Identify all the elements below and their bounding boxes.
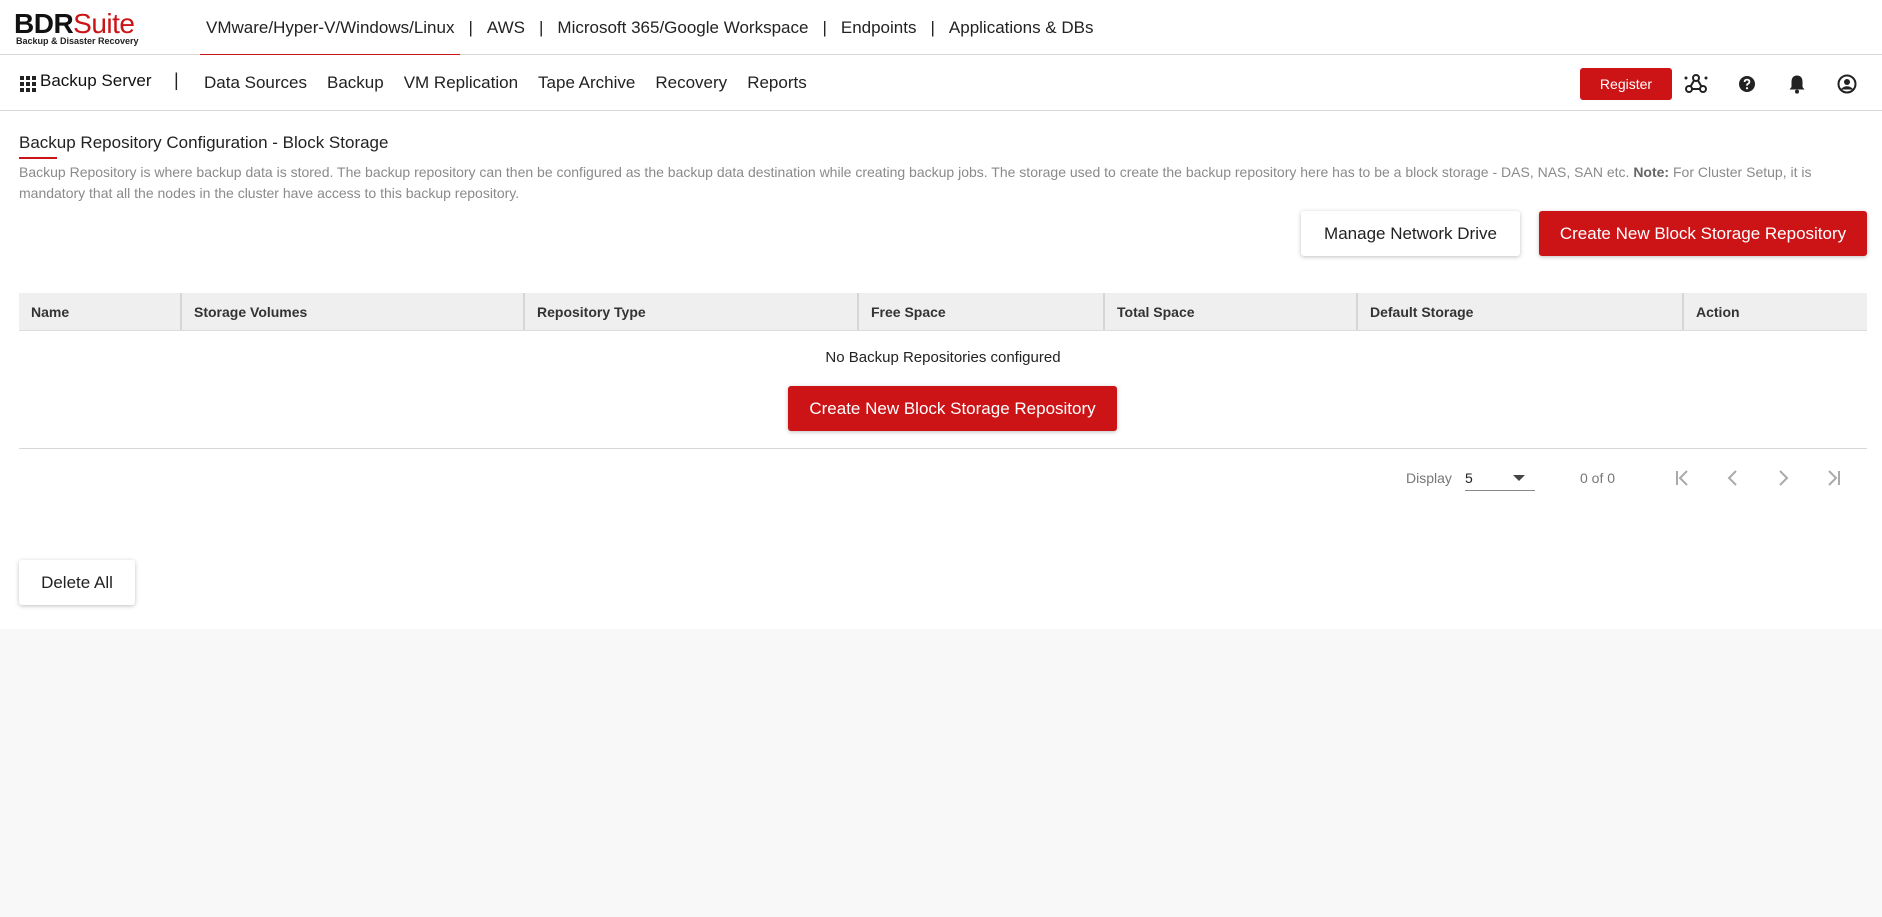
main-navbar: Backup Server | Data Sources Backup VM R…: [0, 55, 1882, 111]
nav-item-vm-replication[interactable]: VM Replication: [394, 73, 528, 93]
column-header-name[interactable]: Name: [19, 293, 182, 330]
bdrsuite-logo[interactable]: BDRSuite Backup & Disaster Recovery: [14, 8, 144, 48]
tab-separator: |: [468, 17, 473, 37]
column-header-default-storage[interactable]: Default Storage: [1358, 293, 1684, 330]
product-tab-aws[interactable]: AWS: [481, 0, 531, 55]
product-tab-m365-google[interactable]: Microsoft 365/Google Workspace: [551, 0, 814, 55]
product-tab-applications-dbs[interactable]: Applications & DBs: [943, 0, 1100, 55]
empty-state-message: No Backup Repositories configured: [825, 349, 1061, 366]
chevron-down-icon: [1513, 475, 1525, 481]
title-underline: [19, 157, 57, 159]
column-header-free-space[interactable]: Free Space: [859, 293, 1105, 330]
column-header-repository-type[interactable]: Repository Type: [525, 293, 859, 330]
page-size-select[interactable]: 5: [1465, 465, 1535, 491]
next-page-icon[interactable]: [1770, 465, 1796, 491]
logo-light-text: Suite: [73, 8, 135, 39]
nav-item-reports[interactable]: Reports: [737, 73, 817, 93]
pagination-bar: Display 5 0 of 0: [0, 463, 1882, 493]
column-header-storage-volumes[interactable]: Storage Volumes: [182, 293, 525, 330]
nav-item-data-sources[interactable]: Data Sources: [194, 73, 317, 93]
column-header-action: Action: [1696, 303, 1740, 320]
nav-item-recovery[interactable]: Recovery: [645, 73, 737, 93]
server-switcher[interactable]: Backup Server: [40, 71, 152, 91]
product-tab-endpoints[interactable]: Endpoints: [835, 0, 923, 55]
product-tab-vmware[interactable]: VMware/Hyper-V/Windows/Linux: [200, 0, 461, 56]
product-bar: BDRSuite Backup & Disaster Recovery VMwa…: [0, 0, 1882, 56]
page-count: 0 of 0: [1580, 470, 1616, 486]
tab-separator: |: [822, 17, 827, 37]
empty-state-create-button[interactable]: Create New Block Storage Repository: [788, 386, 1117, 431]
create-repository-button[interactable]: Create New Block Storage Repository: [1539, 211, 1867, 256]
note-label: Note:: [1633, 164, 1670, 180]
first-page-icon[interactable]: [1670, 465, 1696, 491]
page-title: Backup Repository Configuration - Block …: [19, 133, 389, 152]
page-description: Backup Repository is where backup data i…: [19, 162, 1867, 204]
main-content: Backup Repository Configuration - Block …: [0, 111, 1882, 629]
bell-icon[interactable]: [1785, 72, 1809, 96]
previous-page-icon[interactable]: [1720, 465, 1746, 491]
nav-separator: |: [174, 70, 179, 90]
nav-menu: Data Sources Backup VM Replication Tape …: [194, 55, 817, 111]
help-icon[interactable]: [1735, 72, 1759, 96]
description-text: Backup Repository is where backup data i…: [19, 164, 1630, 180]
page-size-value: 5: [1465, 470, 1473, 486]
column-header-total-space[interactable]: Total Space: [1105, 293, 1358, 330]
display-label: Display: [1406, 470, 1452, 486]
tab-separator: |: [930, 17, 935, 37]
apps-grid-icon[interactable]: [20, 76, 36, 92]
register-button[interactable]: Register: [1580, 68, 1672, 100]
cluster-icon[interactable]: [1684, 72, 1708, 96]
table-header: Name Storage Volumes Repository Type Fre…: [19, 293, 1867, 331]
nav-item-backup[interactable]: Backup: [317, 73, 394, 93]
delete-all-button[interactable]: Delete All: [19, 560, 135, 605]
logo-tagline: Backup & Disaster Recovery: [16, 36, 139, 46]
empty-state-row: No Backup Repositories configured Create…: [19, 331, 1867, 449]
last-page-icon[interactable]: [1820, 465, 1846, 491]
repository-table: Name Storage Volumes Repository Type Fre…: [19, 293, 1867, 449]
user-icon[interactable]: [1835, 72, 1859, 96]
tab-separator: |: [538, 17, 544, 37]
product-tabs: VMware/Hyper-V/Windows/Linux | AWS | Mic…: [200, 0, 1100, 56]
manage-network-drive-button[interactable]: Manage Network Drive: [1301, 211, 1520, 256]
logo-bold-text: BDR: [14, 8, 74, 39]
nav-item-tape-archive[interactable]: Tape Archive: [528, 73, 645, 93]
